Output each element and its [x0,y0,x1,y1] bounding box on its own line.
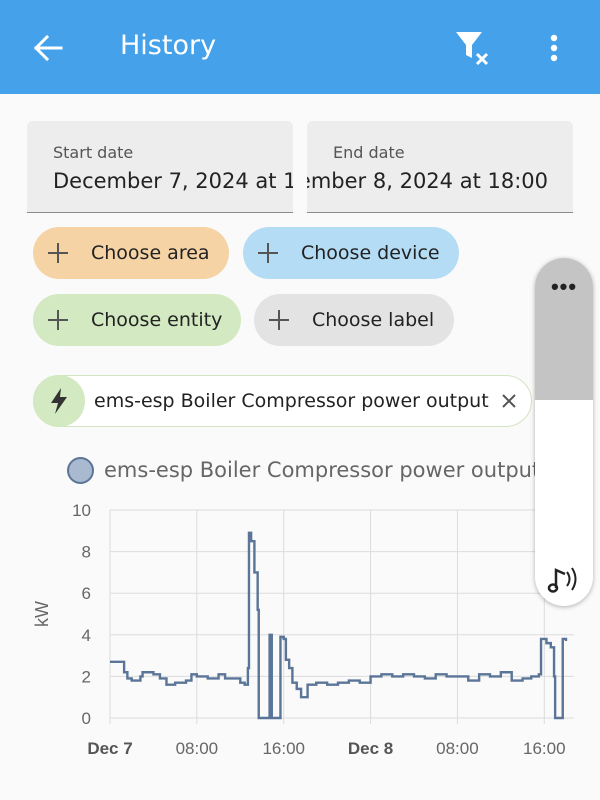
series-line [110,531,568,720]
close-icon [502,394,516,408]
more-vertical-icon [550,34,558,62]
remove-entity-button[interactable] [497,389,521,413]
app-bar: History [0,0,600,94]
back-button[interactable] [28,28,68,68]
series-lines [110,531,568,720]
y-tick-label: 6 [82,584,91,603]
end-date-value: December 8, 2024 at 18:00 [307,169,548,193]
start-date-label: Start date [53,143,134,162]
y-tick-label: 10 [72,501,91,520]
choose-entity-button[interactable]: Choose entity [33,294,241,346]
choose-device-button[interactable]: Choose device [243,227,459,279]
x-tick-label: Dec 7 [87,739,132,758]
chart-grid [109,509,574,724]
page-title: History [120,30,217,61]
selected-entity-name: ems-esp Boiler Compressor power output [94,390,489,412]
y-axis-label: kW [32,601,52,627]
more-horizontal-icon[interactable]: ••• [535,258,593,316]
y-axis-ticks: 0 2 4 6 8 10 [72,501,91,728]
filter-remove-icon [456,32,489,66]
music-note-icon [547,567,577,593]
choose-device-label: Choose device [301,242,440,264]
y-tick-label: 2 [82,667,91,686]
chart-legend-label[interactable]: ems-esp Boiler Compressor power output [104,458,540,482]
start-date-value: December 7, 2024 at 18:00 [53,169,293,193]
selected-entity-chip[interactable]: ems-esp Boiler Compressor power output [33,375,532,427]
plus-icon [47,309,69,331]
x-tick-label: 16:00 [523,739,566,758]
y-tick-label: 8 [82,543,91,562]
x-tick-label: 08:00 [436,739,479,758]
volume-panel: ••• [535,258,593,606]
plus-icon [47,242,69,264]
x-tick-label: Dec 8 [348,739,393,758]
y-tick-label: 4 [82,626,91,645]
choose-area-button[interactable]: Choose area [33,227,229,279]
y-tick-label: 0 [82,709,91,728]
choose-label-label: Choose label [312,309,435,331]
media-volume-button[interactable] [543,558,585,600]
legend-swatch[interactable] [67,457,94,484]
x-tick-label: 08:00 [176,739,219,758]
start-date-field[interactable]: Start date December 7, 2024 at 18:00 [27,121,293,213]
x-tick-label: 16:00 [262,739,305,758]
plus-icon [268,309,290,331]
choose-label-button[interactable]: Choose label [254,294,454,346]
end-date-field[interactable]: End date December 8, 2024 at 18:00 [307,121,573,213]
arrow-left-icon [33,35,63,61]
more-menu-button[interactable] [536,28,572,68]
lightning-icon [33,375,85,427]
choose-area-label: Choose area [91,242,210,264]
history-chart: 0 2 4 6 8 10 Dec 7 08:00 16:00 Dec 8 08:00 16:00 k… [32,501,574,758]
choose-entity-label: Choose entity [91,309,223,331]
clear-filter-button[interactable] [452,28,496,68]
x-axis-ticks: Dec 7 08:00 16:00 Dec 8 08:00 16:00 [87,739,565,758]
end-date-label: End date [333,143,405,162]
plus-icon [257,242,279,264]
